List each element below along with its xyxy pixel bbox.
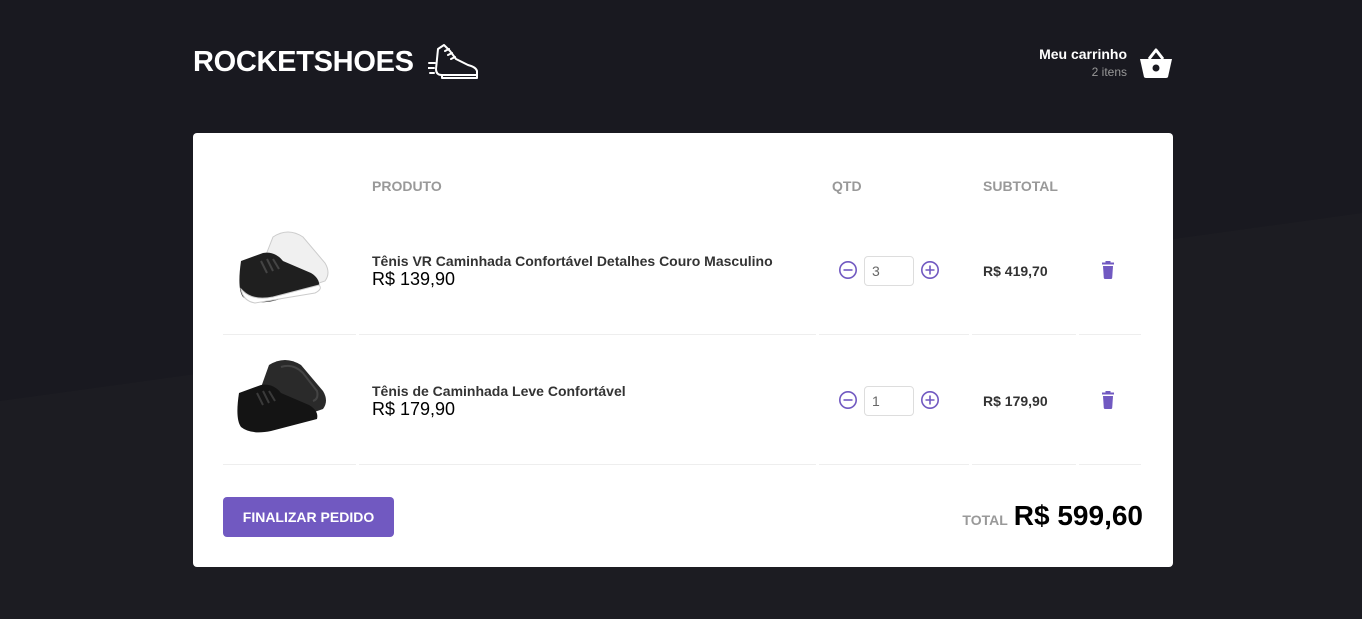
product-subtotal: R$ 179,90 [983,393,1048,409]
plus-circle-icon[interactable] [920,260,940,280]
product-price: R$ 139,90 [372,269,456,289]
product-image [237,360,326,433]
cart-info: Meu carrinho 2 itens [1039,46,1127,79]
product-price: R$ 179,90 [372,399,456,419]
header: ROCKETSHOES Meu carrinho 2 itens [193,40,1173,90]
row-divider [819,464,969,465]
running-shoe-icon [427,44,478,79]
product-title: Tênis VR Caminhada Confortável Detalhes … [372,253,773,269]
product-image [239,231,329,304]
minus-circle-icon[interactable] [838,260,858,280]
cart-title: Meu carrinho [1039,46,1127,62]
product-title: Tênis de Caminhada Leve Confortável [372,383,626,399]
row-divider [972,464,1076,465]
cart-count: 2 itens [1091,65,1127,79]
row-divider [223,464,356,465]
logo-link[interactable]: ROCKETSHOES [193,43,480,81]
total-label: TOTAL [962,512,1008,528]
row-divider [359,464,816,465]
trash-icon[interactable] [1098,260,1118,280]
brand-name: ROCKETSHOES [193,45,414,78]
quantity-input[interactable] [864,256,914,286]
minus-circle-icon[interactable] [838,390,858,410]
table-row: Tênis VR Caminhada Confortável Detalhes … [223,205,1141,335]
trash-icon[interactable] [1098,390,1118,410]
plus-circle-icon[interactable] [920,390,940,410]
finalize-order-button[interactable]: FINALIZAR PEDIDO [223,497,394,537]
table-row: Tênis de Caminhada Leve Confortável R$ 1… [223,335,1141,465]
row-divider [1079,464,1141,465]
header-product: PRODUTO [372,178,442,194]
product-subtotal: R$ 419,70 [983,263,1048,279]
header-qty: QTD [832,178,862,194]
basket-icon [1140,48,1172,78]
quantity-input[interactable] [864,386,914,416]
total: TOTAL R$ 599,60 [962,500,1143,532]
total-value: R$ 599,60 [1013,500,1143,531]
cart-link[interactable]: Meu carrinho 2 itens [1039,46,1173,79]
header-subtotal: SUBTOTAL [983,178,1058,194]
cart-container: PRODUTO QTD SUBTOTAL Tênis VR Caminhada … [193,133,1173,567]
